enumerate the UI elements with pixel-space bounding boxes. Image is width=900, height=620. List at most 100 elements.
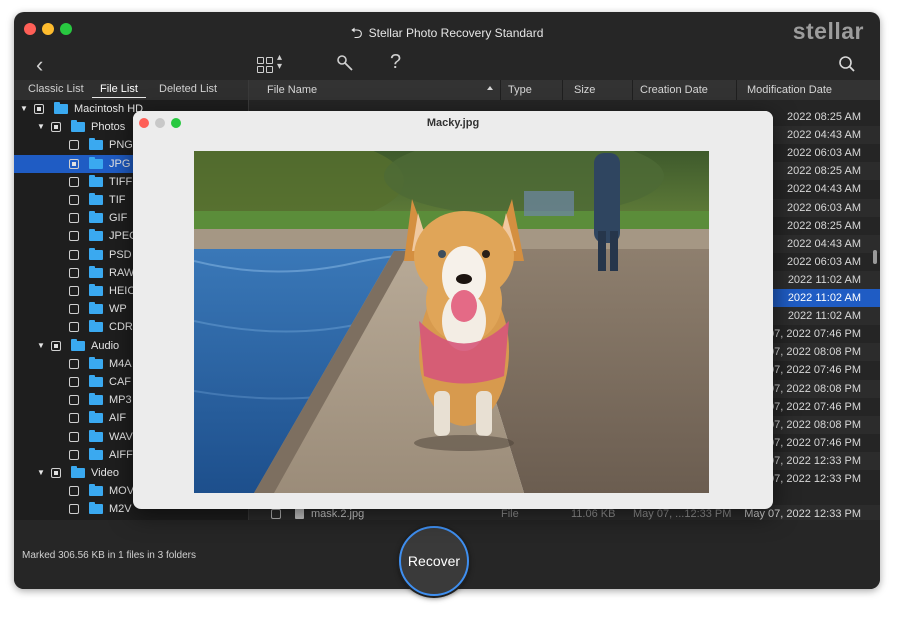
disclosure-triangle-icon[interactable]: ▼: [37, 341, 45, 350]
folder-icon: [89, 447, 103, 460]
tree-item-label: WAV: [109, 430, 133, 443]
file-created: May 07, ...12:33 PM: [633, 508, 732, 520]
tree-checkbox[interactable]: [69, 213, 79, 224]
window-title: ⮌ Stellar Photo Recovery Standard: [350, 25, 544, 42]
preview-title-bar: Macky.jpg: [133, 111, 773, 135]
recover-button[interactable]: Recover: [399, 526, 469, 596]
tab-file-list[interactable]: File List: [92, 83, 146, 98]
tree-checkbox[interactable]: [69, 158, 79, 169]
tree-checkbox[interactable]: [69, 504, 79, 515]
image-preview-window: Macky.jpg: [133, 111, 773, 509]
disclosure-triangle-icon[interactable]: ▼: [37, 122, 45, 131]
folder-icon: [89, 247, 103, 260]
help-icon[interactable]: ?: [390, 51, 401, 74]
folder-icon: [71, 338, 85, 351]
folder-icon: [71, 120, 85, 133]
folder-icon: [71, 466, 85, 478]
stellar-logo: stellar: [792, 18, 864, 44]
chevron-left-icon[interactable]: ‹: [36, 52, 43, 78]
title-bar: ⮌ Stellar Photo Recovery Standard stellar: [14, 12, 880, 46]
folder-icon: [54, 102, 68, 114]
tab-classic-list[interactable]: Classic List: [28, 83, 84, 95]
column-size[interactable]: Size: [574, 84, 595, 96]
tree-item-label: GIF: [109, 212, 128, 225]
file-modified: May 07, 2022 12:33 PM: [744, 508, 861, 520]
folder-icon: [89, 229, 103, 242]
tree-checkbox[interactable]: [69, 195, 79, 205]
toolbar: ‹ ▴ ▾ ?: [14, 46, 880, 80]
tree-checkbox[interactable]: [69, 304, 79, 315]
tree-checkbox[interactable]: [69, 176, 79, 187]
tree-item-label: PNG: [109, 139, 133, 152]
folder-icon: [89, 193, 103, 205]
row-checkbox[interactable]: [271, 509, 281, 519]
column-file-name[interactable]: File Name: [267, 84, 317, 96]
tree-item-label: CAF: [109, 376, 131, 388]
tree-item-label: TIFF: [109, 175, 133, 188]
folder-icon: [89, 302, 103, 315]
column-modification-date[interactable]: Modification Date: [747, 84, 832, 96]
tree-checkbox[interactable]: [69, 449, 79, 460]
tree-item-label: M2V: [109, 503, 132, 516]
folder-icon: [89, 284, 103, 296]
tree-checkbox[interactable]: [69, 249, 79, 260]
search-icon[interactable]: [838, 55, 856, 78]
tree-item-label: Audio: [91, 339, 120, 352]
tree-item-label: Photos: [91, 121, 126, 134]
preview-photo: [194, 151, 709, 493]
tree-checkbox[interactable]: [69, 395, 79, 406]
tree-checkbox[interactable]: [69, 486, 79, 497]
view-options-chevron-icon[interactable]: ▴ ▾: [277, 53, 282, 72]
tree-checkbox[interactable]: [34, 104, 44, 114]
wrench-icon[interactable]: [336, 54, 354, 77]
folder-icon: [89, 156, 103, 169]
tree-checkbox[interactable]: [69, 231, 79, 242]
status-text: Marked 306.56 KB in 1 files in 3 folders: [22, 550, 196, 561]
preview-title: Macky.jpg: [426, 117, 480, 129]
tree-checkbox[interactable]: [69, 140, 79, 151]
tree-checkbox[interactable]: [69, 431, 79, 442]
file-name: mask.2.jpg: [311, 508, 365, 520]
tree-checkbox[interactable]: [69, 413, 79, 424]
tree-checkbox[interactable]: [69, 377, 79, 387]
tree-checkbox[interactable]: [51, 468, 61, 478]
tree-item-label: PSD: [109, 248, 132, 261]
tree-item-label: TIF: [109, 194, 126, 206]
return-icon[interactable]: ⮌: [351, 25, 363, 42]
tree-checkbox[interactable]: [69, 358, 79, 369]
tree-item-label: AIF: [109, 412, 127, 425]
disclosure-triangle-icon[interactable]: ▼: [37, 468, 45, 477]
tree-checkbox[interactable]: [51, 340, 61, 351]
folder-icon: [89, 265, 103, 278]
grid-view-icon[interactable]: [257, 57, 273, 73]
file-type: File: [501, 508, 519, 520]
tab-deleted-list[interactable]: Deleted List: [159, 83, 217, 95]
tree-checkbox[interactable]: [69, 267, 79, 278]
folder-icon: [89, 484, 103, 497]
folder-icon: [89, 502, 103, 515]
sort-ascending-icon: [487, 86, 493, 90]
folder-icon: [89, 174, 103, 187]
folder-icon: [89, 375, 103, 387]
tree-item-label: M4A: [109, 357, 132, 370]
disclosure-triangle-icon[interactable]: ▼: [20, 104, 28, 113]
folder-icon: [89, 356, 103, 369]
folder-icon: [89, 429, 103, 442]
column-type[interactable]: Type: [508, 84, 532, 96]
file-list-scrollbar[interactable]: [873, 250, 877, 264]
tree-item-label: CDR: [109, 321, 133, 334]
folder-icon: [89, 211, 103, 224]
file-size: 11.06 KB: [571, 508, 616, 520]
tree-item-label: MP3: [109, 394, 132, 407]
tree-checkbox[interactable]: [69, 286, 79, 296]
tree-checkbox[interactable]: [51, 122, 61, 133]
tree-item-label: MOV: [109, 485, 135, 498]
tree-checkbox[interactable]: [69, 322, 79, 333]
folder-icon: [89, 411, 103, 424]
file-icon: [295, 508, 304, 519]
view-tabs: Classic List File List Deleted List: [14, 80, 248, 100]
column-creation-date[interactable]: Creation Date: [640, 84, 708, 96]
tree-item-label: JPG: [109, 157, 131, 170]
folder-icon: [89, 393, 103, 406]
tree-item-label: AIFF: [109, 448, 133, 461]
